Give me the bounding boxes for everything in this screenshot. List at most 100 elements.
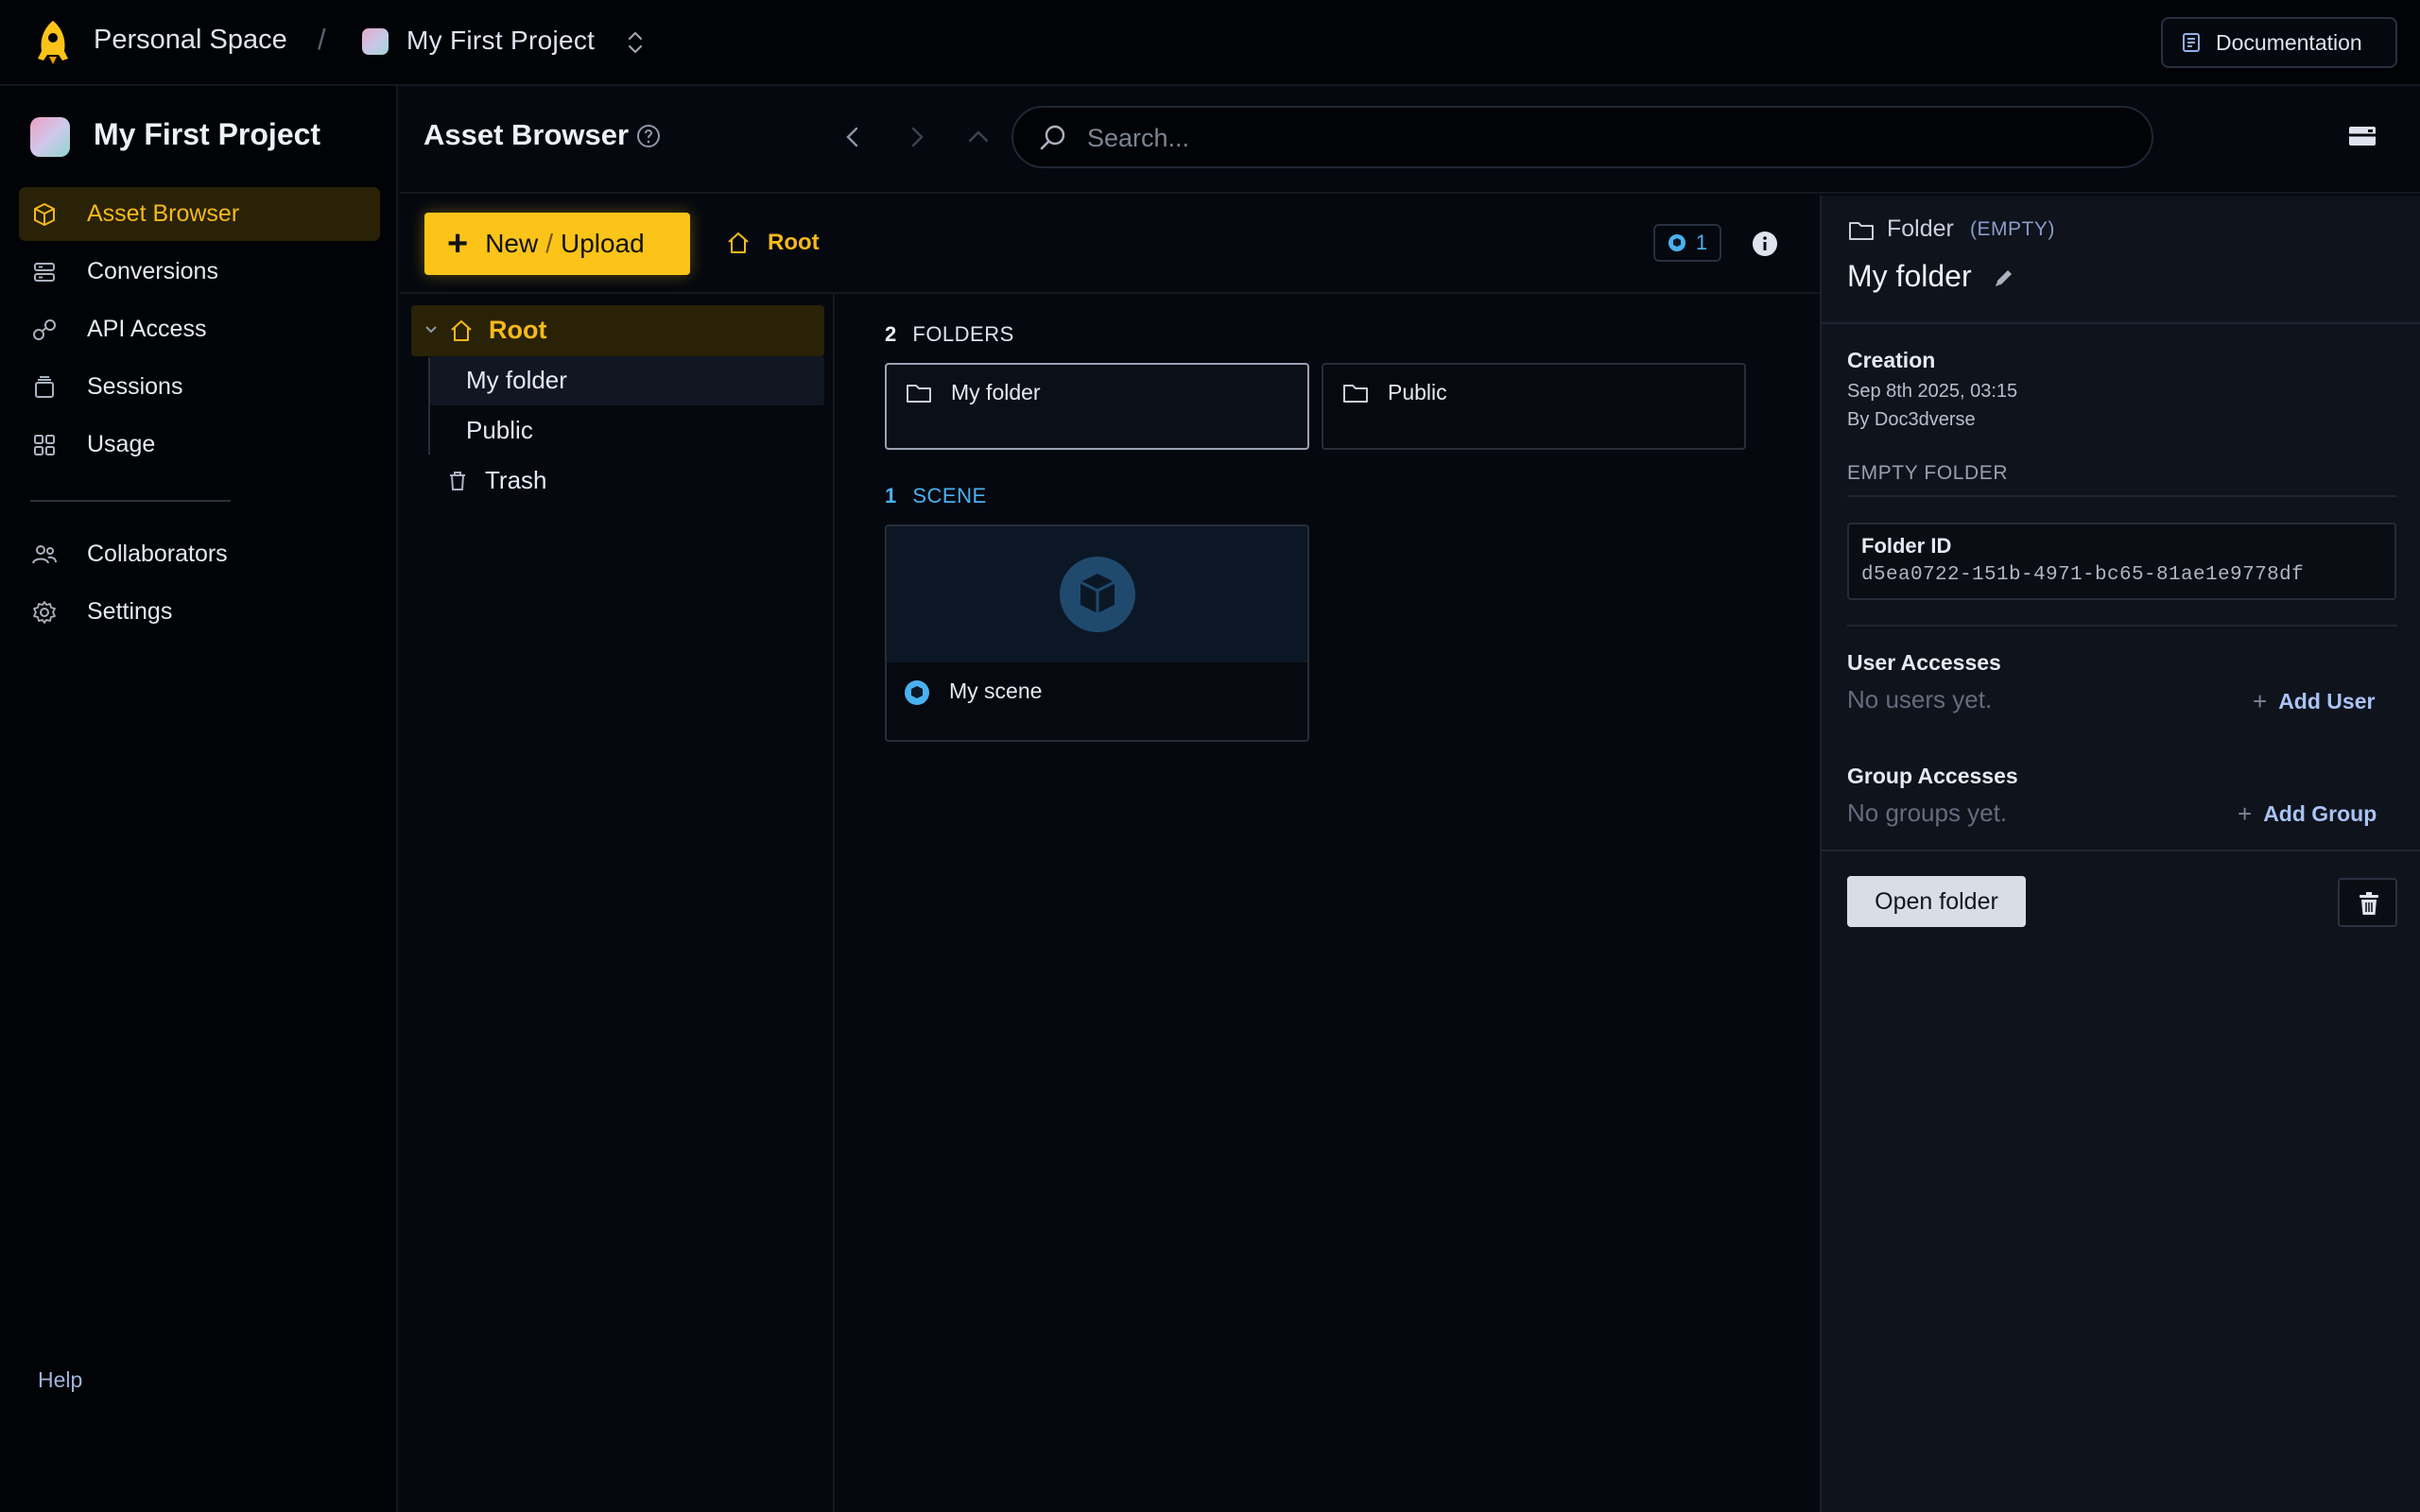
project-avatar-icon xyxy=(362,28,389,55)
search-input[interactable] xyxy=(1085,117,2125,159)
sidebar-item-collaborators[interactable]: Collaborators xyxy=(19,527,380,581)
sessions-icon xyxy=(35,375,54,398)
new-upload-slash: / xyxy=(545,229,553,258)
folder-icon xyxy=(907,385,931,403)
space-name[interactable]: Personal Space xyxy=(94,25,287,56)
back-arrow-icon[interactable] xyxy=(838,121,867,153)
gear-icon xyxy=(33,600,56,624)
breadcrumb-separator: / xyxy=(318,23,326,56)
sidebar-item-api-access[interactable]: API Access xyxy=(19,302,380,356)
page-title: Asset Browser xyxy=(424,118,630,151)
add-user-label: Add User xyxy=(2278,689,2376,713)
info-icon[interactable] xyxy=(1752,231,1778,257)
details-divider xyxy=(1847,625,2397,627)
project-name[interactable]: My First Project xyxy=(406,26,595,56)
plus-icon: + xyxy=(2238,799,2253,828)
help-circle-icon[interactable] xyxy=(636,124,661,148)
add-group-button[interactable]: + Add Group xyxy=(2238,799,2377,829)
folders-section-header: 2 FOLDERS xyxy=(885,322,1014,347)
sidebar-item-asset-browser[interactable]: Asset Browser xyxy=(19,187,380,241)
breadcrumb-root-label: Root xyxy=(768,230,820,255)
book-icon xyxy=(2183,33,2200,52)
tree-item-root[interactable]: Root xyxy=(411,305,824,356)
delete-button[interactable] xyxy=(2338,878,2397,927)
scenes-count: 1 xyxy=(885,484,897,507)
scene-count: 1 xyxy=(1695,231,1708,254)
usage-grid-icon xyxy=(34,434,55,455)
upload-label: Upload xyxy=(561,229,645,258)
folder-id-box[interactable]: Folder ID d5ea0722-151b-4971-bc65-81ae1e… xyxy=(1847,523,2396,600)
sidebar-project-title: My First Project xyxy=(94,117,321,151)
scene-card-my-scene[interactable]: My scene xyxy=(885,524,1309,742)
creation-author: By Doc3dverse xyxy=(1847,409,1976,430)
trash-icon xyxy=(450,472,465,490)
creation-date: Sep 8th 2025, 03:15 xyxy=(1847,381,2018,402)
details-empty-tag: (EMPTY) xyxy=(1970,218,2055,240)
folder-card-name: My folder xyxy=(951,380,1041,404)
sidebar-item-label: Conversions xyxy=(87,258,218,284)
details-title: My folder xyxy=(1847,259,1972,293)
no-users-text: No users yet. xyxy=(1847,685,1993,713)
tree-root-label: Root xyxy=(489,316,547,344)
project-avatar-icon xyxy=(30,117,70,157)
chevron-down-icon[interactable] xyxy=(423,321,440,338)
add-group-label: Add Group xyxy=(2263,801,2377,826)
documentation-button[interactable]: Documentation xyxy=(2161,17,2397,68)
folder-card-my-folder[interactable]: My folder xyxy=(885,363,1309,450)
cube-icon xyxy=(34,202,55,226)
sidebar-item-label: Usage xyxy=(87,431,156,457)
folders-label: FOLDERS xyxy=(912,322,1014,346)
group-accesses-label: Group Accesses xyxy=(1847,764,2018,788)
details-divider xyxy=(1822,850,2420,851)
user-accesses-label: User Accesses xyxy=(1847,650,2001,675)
sidebar-divider xyxy=(30,500,231,502)
sidebar-item-conversions[interactable]: Conversions xyxy=(19,245,380,299)
sidebar-item-usage[interactable]: Usage xyxy=(19,418,380,472)
sidebar-item-sessions[interactable]: Sessions xyxy=(19,360,380,414)
scene-thumbnail xyxy=(887,526,1307,662)
sidebar-item-label: Sessions xyxy=(87,373,183,400)
plus-icon: + xyxy=(2253,687,2268,715)
details-divider xyxy=(1847,495,2397,497)
project-switcher-chevrons-icon[interactable] xyxy=(625,29,646,56)
users-icon xyxy=(32,544,57,563)
folders-count: 2 xyxy=(885,322,897,346)
plus-icon: + xyxy=(447,224,469,264)
folder-card-public[interactable]: Public xyxy=(1322,363,1746,450)
home-icon xyxy=(728,232,749,253)
no-groups-text: No groups yet. xyxy=(1847,799,2008,827)
creation-label: Creation xyxy=(1847,348,1936,372)
scene-icon xyxy=(905,680,929,705)
folder-id-value[interactable]: d5ea0722-151b-4971-bc65-81ae1e9778df xyxy=(1861,564,2304,586)
search-bar[interactable] xyxy=(1011,106,2153,168)
sidebar-item-settings[interactable]: Settings xyxy=(19,585,380,639)
empty-folder-caption: EMPTY FOLDER xyxy=(1847,462,2009,484)
home-icon xyxy=(451,320,472,341)
details-panel-toggle-icon[interactable] xyxy=(2347,124,2377,148)
scenes-section-header: 1 SCENE xyxy=(885,484,987,508)
scene-cube-icon xyxy=(1060,557,1135,632)
tree-item-public[interactable]: Public xyxy=(466,416,533,445)
add-user-button[interactable]: + Add User xyxy=(2253,687,2375,716)
tree-item-trash[interactable]: Trash xyxy=(485,466,547,495)
sidebar-item-label: Asset Browser xyxy=(87,200,240,227)
open-folder-button[interactable]: Open folder xyxy=(1847,876,2026,927)
search-icon xyxy=(1040,125,1065,150)
scene-count-badge[interactable]: 1 xyxy=(1653,224,1721,262)
tree-item-my-folder[interactable]: My folder xyxy=(466,366,567,395)
breadcrumb-root[interactable]: Root xyxy=(726,230,820,256)
new-upload-button[interactable]: + New / Upload xyxy=(424,213,690,275)
rocket-logo-icon[interactable] xyxy=(30,19,76,66)
up-arrow-icon[interactable] xyxy=(964,121,993,153)
scenes-label: SCENE xyxy=(912,484,987,507)
folder-card-name: Public xyxy=(1388,380,1447,404)
conversions-icon xyxy=(34,262,55,282)
documentation-label: Documentation xyxy=(2216,29,2362,55)
help-link[interactable]: Help xyxy=(38,1367,82,1393)
key-icon xyxy=(33,318,56,340)
forward-arrow-icon[interactable] xyxy=(903,121,931,153)
folder-icon xyxy=(1849,222,1874,240)
details-divider xyxy=(1822,322,2420,324)
scene-icon xyxy=(1668,234,1685,251)
pencil-icon[interactable] xyxy=(1992,266,2016,290)
